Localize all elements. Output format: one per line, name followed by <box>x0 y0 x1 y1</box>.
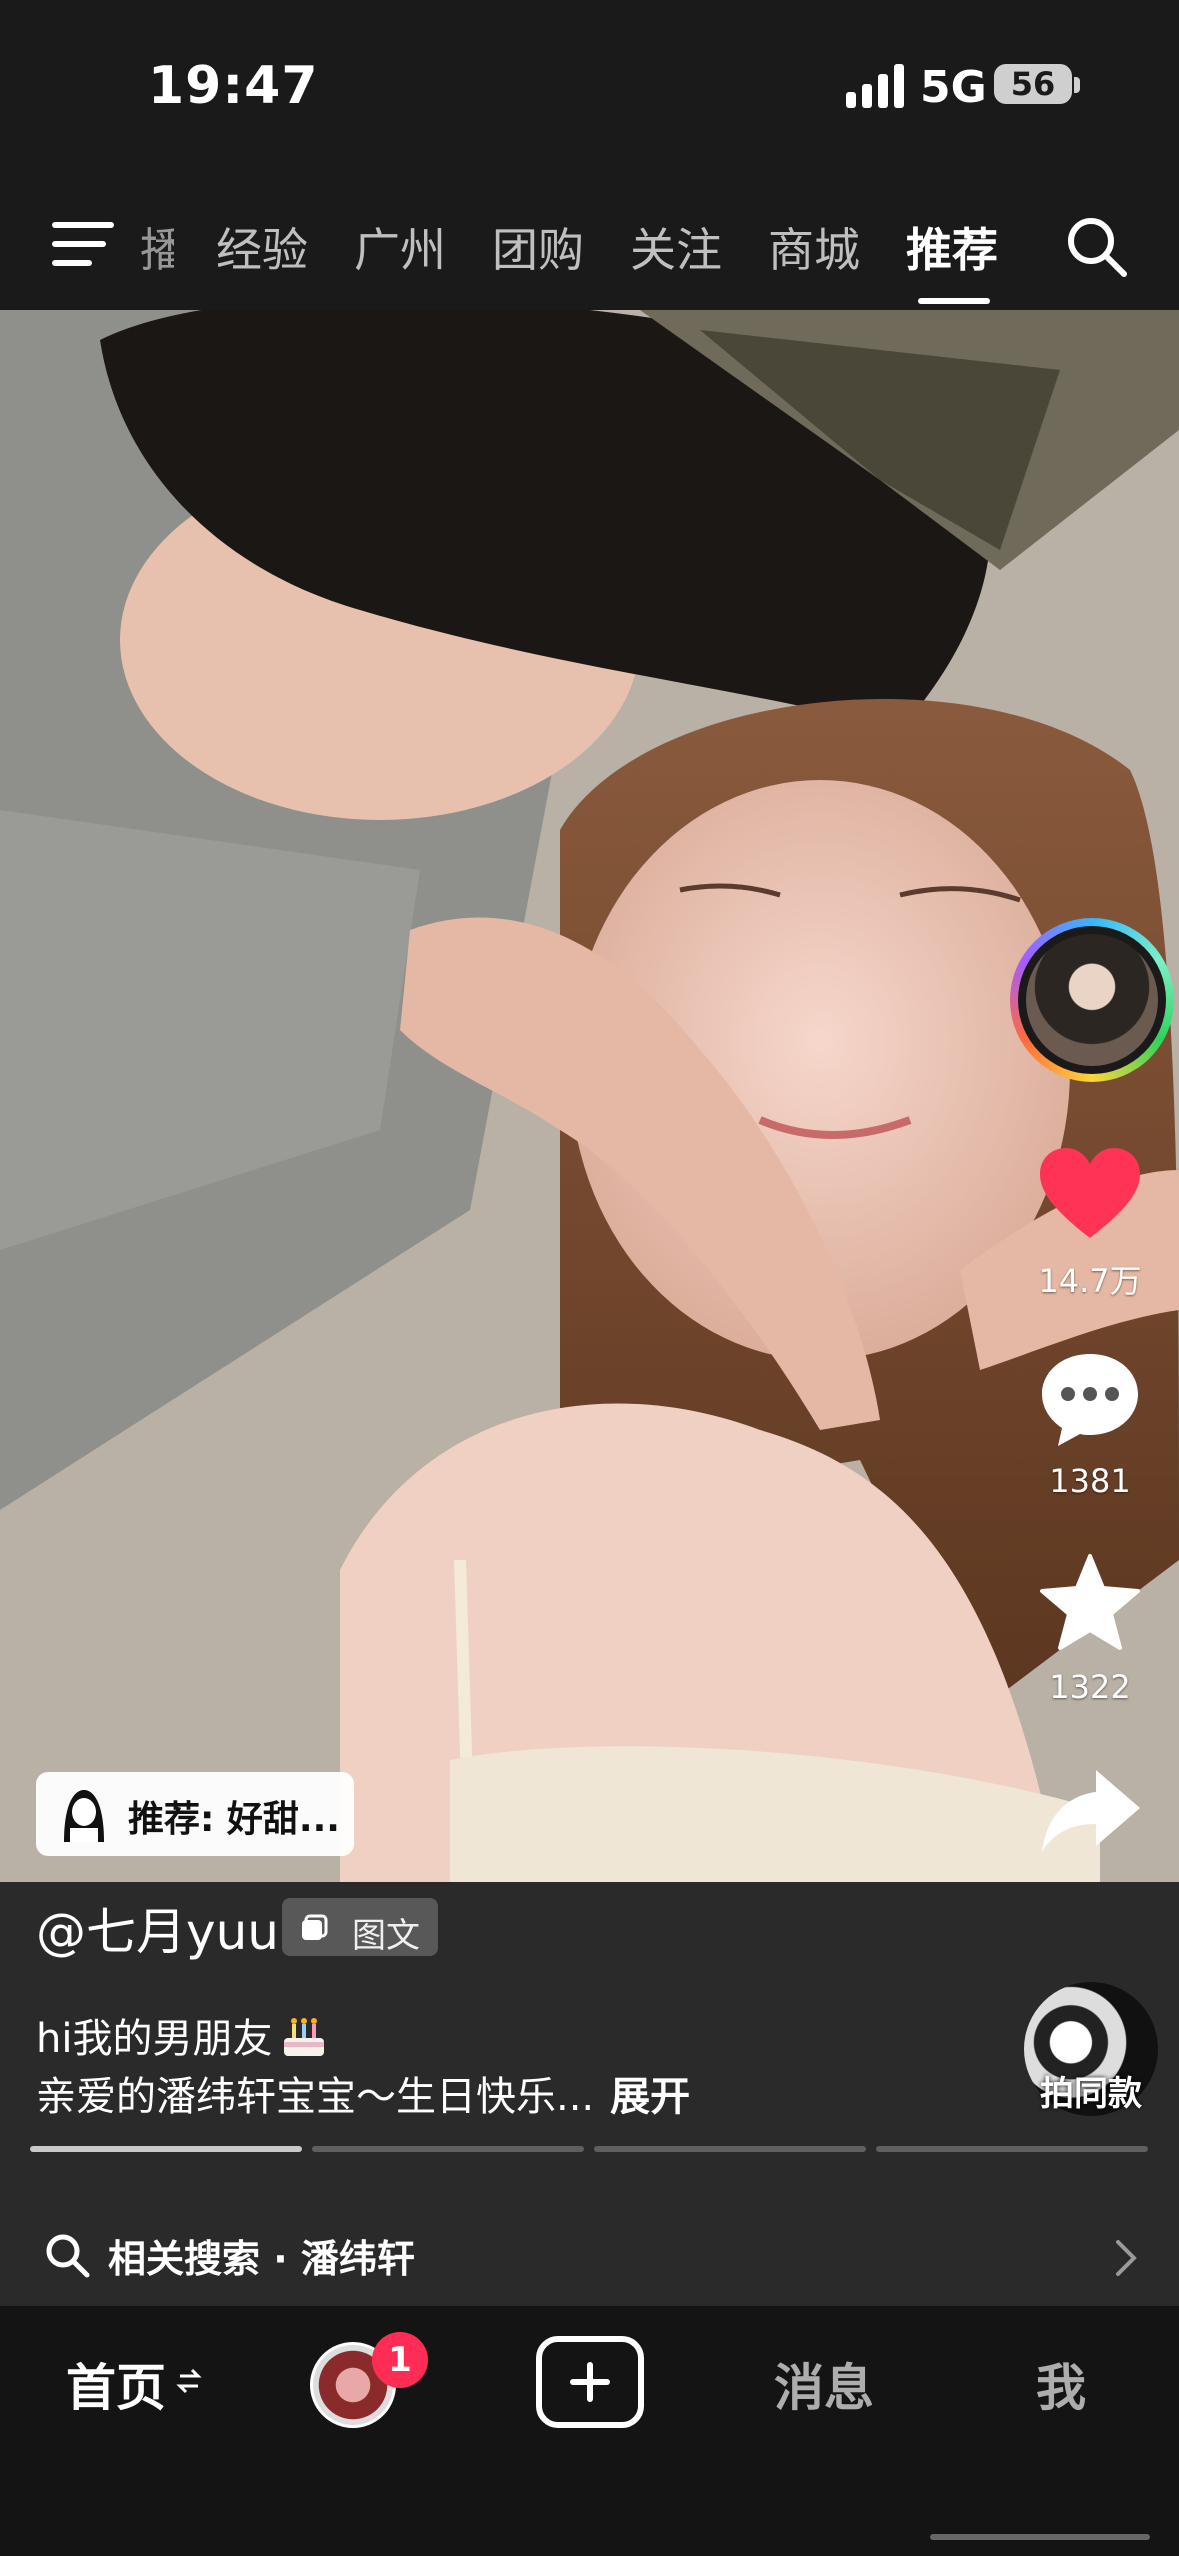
image-progress-3 <box>594 2146 866 2152</box>
star-icon[interactable] <box>1034 1548 1146 1658</box>
post-type-label: 图文 <box>352 1916 420 1956</box>
tab-messages[interactable]: 消息 <box>774 2348 874 2420</box>
share-icon[interactable] <box>1034 1756 1146 1866</box>
caption-line2: 亲爱的潘纬轩宝宝～生日快乐... 展开 <box>36 2064 690 2122</box>
create-post-button[interactable] <box>536 2336 644 2428</box>
bottom-tab-bar: 首页 1 消息 我 <box>0 2306 1179 2556</box>
image-post-icon <box>302 1914 328 1940</box>
favorite-count: 1322 <box>1049 1668 1131 1706</box>
tab-guangzhou[interactable]: 广州 <box>354 214 446 280</box>
status-time: 19:47 <box>148 56 319 116</box>
birthday-cake-icon <box>284 2018 325 2056</box>
signal-icon <box>846 64 906 108</box>
tab-me[interactable]: 我 <box>1036 2348 1086 2420</box>
image-progress-2 <box>312 2146 584 2152</box>
status-bar: 19:47 5G 56 <box>0 0 1179 170</box>
home-indicator <box>930 2534 1150 2540</box>
tab-recommended[interactable]: 推荐 <box>906 214 998 280</box>
tab-following[interactable]: 关注 <box>630 214 722 280</box>
tab-home[interactable]: 首页 <box>66 2348 166 2420</box>
chevron-right-icon <box>1116 2240 1137 2276</box>
related-search-label: 相关搜索 · 潘纬轩 <box>108 2237 415 2281</box>
active-tab-indicator <box>918 298 990 304</box>
related-search-bar[interactable]: 相关搜索 · 潘纬轩 <box>0 2208 1179 2306</box>
tab-group-buy[interactable]: 团购 <box>492 214 584 280</box>
search-icon[interactable] <box>1064 214 1128 278</box>
swap-icon[interactable] <box>176 2366 202 2396</box>
photo-illustration <box>0 310 1179 1882</box>
recommend-chip-label: 推荐: 好甜... <box>128 1799 340 1840</box>
same-style-label[interactable]: 拍同款 <box>1024 2066 1158 2115</box>
creator-avatar[interactable] <box>1010 918 1174 1082</box>
caption-title: hi我的男朋友 <box>36 2016 273 2062</box>
caption-line1: hi我的男朋友 <box>36 2006 330 2064</box>
post-image[interactable] <box>0 310 1179 1882</box>
search-icon <box>46 2234 90 2278</box>
comment-icon[interactable] <box>1034 1344 1146 1454</box>
caption-text: 亲爱的潘纬轩宝宝～生日快乐... <box>36 2074 595 2120</box>
recommend-chip[interactable]: 推荐: 好甜... <box>36 1772 354 1856</box>
expand-button[interactable]: 展开 <box>610 2074 690 2120</box>
menu-icon[interactable] <box>52 222 114 266</box>
battery-icon: 56 <box>994 64 1072 104</box>
battery-tip <box>1074 77 1080 93</box>
like-count: 14.7万 <box>1038 1262 1142 1300</box>
tab-partial[interactable]: 播 <box>140 214 174 280</box>
tab-experience[interactable]: 经验 <box>216 214 308 280</box>
anime-avatar-icon <box>64 1790 104 1842</box>
top-nav: 播 经验 广州 团购 关注 商城 推荐 <box>0 170 1179 310</box>
image-progress-4 <box>876 2146 1148 2152</box>
image-progress-1 <box>30 2146 302 2152</box>
like-icon[interactable] <box>1034 1140 1146 1250</box>
post-type-badge: 图文 <box>282 1898 438 1956</box>
comment-count: 1381 <box>1049 1462 1131 1500</box>
tab-mall[interactable]: 商城 <box>768 214 860 280</box>
network-label: 5G <box>920 62 987 113</box>
notification-badge: 1 <box>372 2332 428 2388</box>
author-name[interactable]: @七月yuu <box>36 1892 279 1964</box>
